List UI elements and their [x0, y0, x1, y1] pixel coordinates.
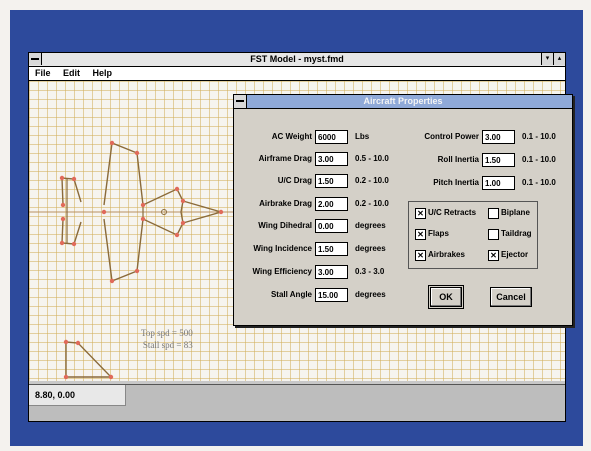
- aircraft-properties-dialog: Aircraft Properties AC Weight Airframe D…: [233, 94, 573, 326]
- ac-weight-label: AC Weight: [271, 132, 312, 141]
- airbrakes-label: Airbrakes: [428, 250, 465, 259]
- taildrag-checkbox[interactable]: [488, 229, 499, 240]
- wing-dihedral-field[interactable]: 0.00: [315, 219, 348, 233]
- wing-incidence-unit: degrees: [355, 244, 386, 253]
- cursor-coordinates: 8.80, 0.00: [29, 385, 126, 406]
- menu-file[interactable]: File: [35, 67, 51, 80]
- control-power-label: Control Power: [424, 132, 479, 141]
- biplane-checkbox[interactable]: [488, 208, 499, 219]
- ac-weight-field[interactable]: 6000: [315, 130, 348, 144]
- pitch-inertia-field[interactable]: 1.00: [482, 176, 515, 190]
- wing-efficiency-label: Wing Efficiency: [252, 267, 313, 276]
- tail-outline-top: [61, 177, 82, 206]
- stall-angle-field[interactable]: 15.00: [315, 288, 348, 302]
- pitch-inertia-label: Pitch Inertia: [433, 178, 479, 187]
- uc-drag-label: U/C Drag: [277, 176, 312, 185]
- airframe-drag-label: Airframe Drag: [258, 154, 312, 163]
- airbrake-drag-field[interactable]: 2.00: [315, 197, 348, 211]
- roll-inertia-field[interactable]: 1.50: [482, 153, 515, 167]
- wing-dihedral-unit: degrees: [355, 221, 386, 230]
- uc-drag-range: 0.2 - 10.0: [355, 176, 389, 185]
- ejector-checkbox[interactable]: ✕: [488, 250, 499, 261]
- airframe-drag-range: 0.5 - 10.0: [355, 154, 389, 163]
- wing-incidence-label: Wing Incidence: [253, 244, 312, 253]
- airframe-drag-field[interactable]: 3.00: [315, 152, 348, 166]
- airbrakes-checkbox[interactable]: ✕: [415, 250, 426, 261]
- window-titlebar[interactable]: FST Model - myst.fmd ▾ ▴: [29, 53, 565, 67]
- speed-readout: Top spd = 500 Stall spd = 83: [141, 327, 193, 351]
- taildrag-label: Taildrag: [501, 229, 532, 238]
- dialog-title[interactable]: Aircraft Properties: [234, 95, 572, 109]
- window-title: FST Model - myst.fmd: [250, 54, 344, 64]
- wing-efficiency-range: 0.3 - 3.0: [355, 267, 385, 276]
- uc-retracts-label: U/C Retracts: [428, 208, 477, 217]
- ac-weight-unit: Lbs: [355, 132, 370, 141]
- dialog-system-menu-button[interactable]: [234, 95, 247, 108]
- wing-incidence-field[interactable]: 1.50: [315, 242, 348, 256]
- flaps-checkbox[interactable]: ✕: [415, 229, 426, 240]
- ok-button[interactable]: OK: [428, 285, 464, 309]
- fin-side-view: [65, 341, 113, 378]
- uc-retracts-checkbox[interactable]: ✕: [415, 208, 426, 219]
- menu-help[interactable]: Help: [93, 67, 113, 80]
- roll-inertia-range: 0.1 - 10.0: [522, 155, 556, 164]
- wing-efficiency-field[interactable]: 3.00: [315, 265, 348, 279]
- biplane-label: Biplane: [501, 208, 530, 217]
- airbrake-drag-range: 0.2 - 10.0: [355, 199, 389, 208]
- wing-dihedral-label: Wing Dihedral: [258, 221, 312, 230]
- pitch-inertia-range: 0.1 - 10.0: [522, 178, 556, 187]
- stall-angle-label: Stall Angle: [270, 290, 312, 299]
- control-power-range: 0.1 - 10.0: [522, 132, 556, 141]
- stall-speed-text: Stall spd = 83: [142, 340, 193, 350]
- flaps-label: Flaps: [428, 229, 449, 238]
- menu-bar: File Edit Help: [29, 67, 565, 81]
- uc-drag-field[interactable]: 1.50: [315, 174, 348, 188]
- cancel-button[interactable]: Cancel: [490, 287, 532, 307]
- tail-outline-bottom: [61, 218, 82, 245]
- ejector-label: Ejector: [501, 250, 529, 259]
- control-power-field[interactable]: 3.00: [482, 130, 515, 144]
- roll-inertia-label: Roll Inertia: [437, 155, 479, 164]
- stall-angle-unit: degrees: [355, 290, 386, 299]
- airbrake-drag-label: Airbrake Drag: [259, 199, 312, 208]
- minimize-button[interactable]: ▾: [541, 53, 553, 65]
- status-bar: 8.80, 0.00: [29, 384, 565, 421]
- maximize-button[interactable]: ▴: [553, 53, 565, 65]
- top-speed-text: Top spd = 500: [141, 328, 193, 338]
- menu-edit[interactable]: Edit: [63, 67, 80, 80]
